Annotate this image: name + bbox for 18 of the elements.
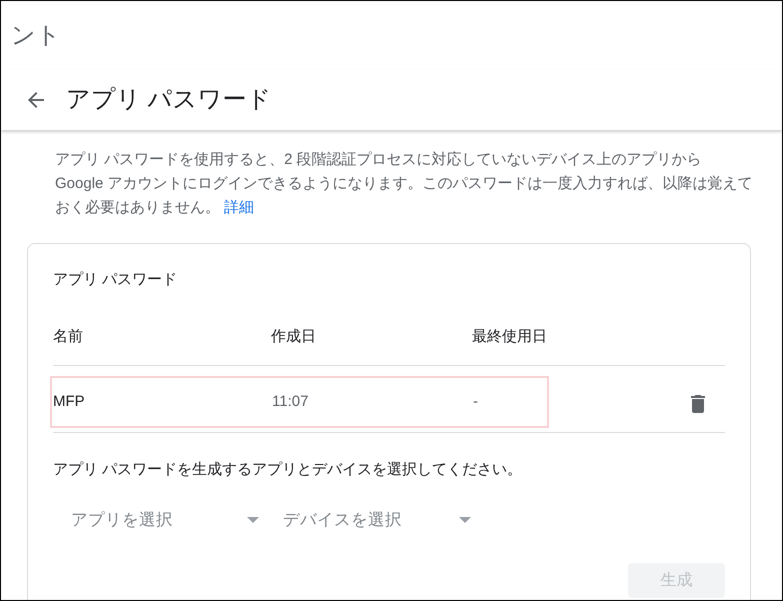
select-field[interactable]: デバイスを選択: [283, 508, 455, 532]
table-cell-text: 11:07: [272, 392, 310, 412]
instruction-text: アプリ パスワードを生成するアプリとデバイスを選択してください。: [53, 460, 524, 480]
caret-icon[interactable]: [459, 517, 471, 523]
column-header: 最終使用日: [472, 327, 547, 348]
select-field[interactable]: アプリを選択: [71, 508, 243, 532]
back-arrow-icon[interactable]: [28, 92, 44, 108]
trash-icon[interactable]: [691, 395, 705, 413]
caret-icon[interactable]: [247, 517, 259, 523]
learn-more-link[interactable]: 詳細: [224, 199, 254, 216]
table-cell-text: -: [473, 392, 478, 412]
page-heading: ント: [11, 20, 61, 50]
column-header: 名前: [53, 327, 84, 348]
description-text: アプリ パスワードを使用すると、2 段階認証プロセスに対応していないデバイス上のアプリから Google アカウントにログインできるようになります。このパスワードは一度入力すれば、以降は覚えて おく必要はありません。 詳細: [55, 150, 754, 218]
page-title: アプリ パスワード: [66, 85, 272, 115]
column-header: 作成日: [271, 327, 317, 348]
table-cell-text: MFP: [53, 392, 86, 412]
card-title: アプリ パスワード: [53, 270, 178, 290]
